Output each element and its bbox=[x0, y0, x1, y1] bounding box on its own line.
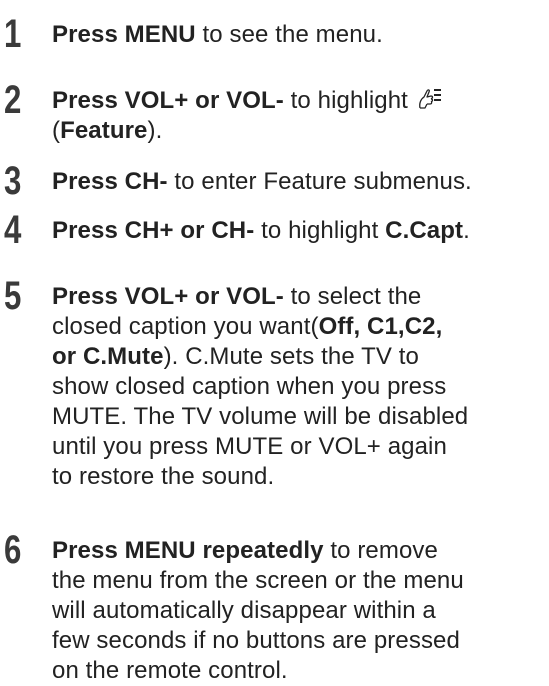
step-number: 6 bbox=[4, 528, 22, 572]
step-action: Press MENU repeatedly bbox=[52, 537, 324, 564]
step-text: Press VOL+ or VOL- to highlight (Feature… bbox=[52, 86, 549, 146]
step-desc: until you press MUTE or VOL+ again bbox=[52, 433, 447, 460]
step-number: 5 bbox=[4, 274, 22, 318]
step-desc: to highlight bbox=[254, 217, 386, 244]
step-number: 4 bbox=[4, 208, 22, 252]
step-highlight: Feature bbox=[60, 117, 148, 144]
step-action: Press VOL+ or VOL- bbox=[52, 283, 284, 310]
step-desc: to select the bbox=[283, 283, 422, 310]
step-desc: the menu from the screen or the menu bbox=[52, 567, 464, 594]
step-desc: to remove bbox=[323, 537, 438, 564]
step-desc: ). bbox=[147, 117, 163, 144]
step-desc: ). C.Mute sets the TV to bbox=[163, 343, 419, 370]
step-text: Press MENU repeatedly to remove the menu … bbox=[52, 536, 549, 686]
step-text: Press VOL+ or VOL- to select the closed c… bbox=[52, 282, 549, 492]
step-desc: show closed caption when you press bbox=[52, 373, 447, 400]
step-action: Press CH+ or CH- bbox=[52, 217, 255, 244]
step-number: 2 bbox=[4, 78, 22, 122]
step-desc: will automatically disappear within a bbox=[52, 597, 436, 624]
step-desc: to highlight bbox=[283, 87, 415, 114]
step-number: 3 bbox=[4, 159, 22, 203]
step-action: Press CH- bbox=[52, 168, 168, 195]
step-desc: . bbox=[463, 217, 470, 244]
step-highlight: C.Capt bbox=[385, 217, 464, 244]
step-action: Press VOL+ or VOL- bbox=[52, 87, 284, 114]
step-desc: MUTE. The TV volume will be disabled bbox=[52, 403, 469, 430]
step-highlight: or C.Mute bbox=[52, 343, 164, 370]
step-desc: to enter Feature submenus. bbox=[167, 168, 472, 195]
step-desc: on the remote control. bbox=[52, 657, 288, 684]
step-text: Press CH+ or CH- to highlight C.Capt. bbox=[52, 216, 549, 246]
step-desc: ( bbox=[52, 117, 61, 144]
step-desc: closed caption you want( bbox=[52, 313, 319, 340]
step-highlight: Off, C1,C2, bbox=[318, 313, 443, 340]
step-text: Press MENU to see the menu. bbox=[52, 20, 549, 50]
step-desc: to see the menu. bbox=[195, 21, 383, 48]
step-desc: few seconds if no buttons are pressed bbox=[52, 627, 460, 654]
step-desc: to restore the sound. bbox=[52, 463, 275, 490]
step-number: 1 bbox=[4, 12, 22, 56]
step-text: Press CH- to enter Feature submenus. bbox=[52, 167, 549, 197]
step-action: Press MENU bbox=[52, 21, 196, 48]
feature-hand-icon bbox=[418, 89, 441, 109]
